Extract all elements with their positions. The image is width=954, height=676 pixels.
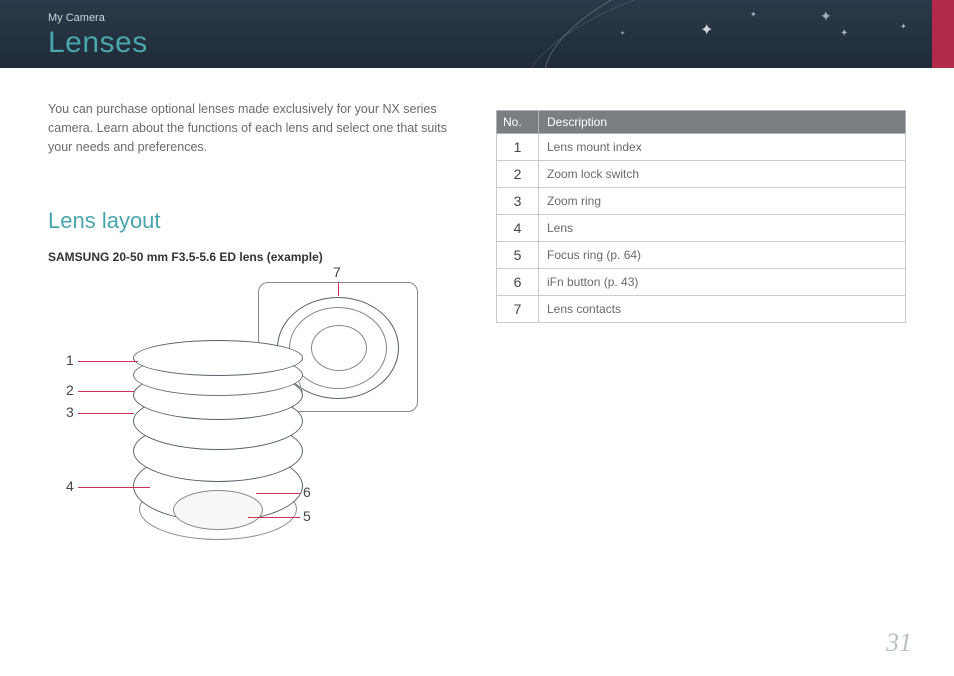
table-cell-desc: Focus ring (p. 64)	[539, 242, 906, 269]
sparkle-icon: ✦	[820, 8, 832, 25]
callout-line	[78, 487, 150, 488]
page-title: Lenses	[48, 26, 148, 60]
table-cell-no: 4	[497, 215, 539, 242]
table-cell-no: 2	[497, 161, 539, 188]
callout-number-6: 6	[303, 484, 311, 500]
callout-number-3: 3	[66, 404, 74, 420]
table-cell-desc: Zoom lock switch	[539, 161, 906, 188]
table-header-no: No.	[497, 111, 539, 134]
table-cell-no: 6	[497, 269, 539, 296]
sparkle-icon: ✦	[700, 20, 713, 40]
callout-line	[256, 493, 300, 494]
table-cell-no: 5	[497, 242, 539, 269]
header-accent-bar	[932, 0, 954, 68]
table-row: 5 Focus ring (p. 64)	[497, 242, 906, 269]
table-row: 7 Lens contacts	[497, 296, 906, 323]
table-row: 2 Zoom lock switch	[497, 161, 906, 188]
lens-side-view	[133, 340, 303, 540]
callout-number-4: 4	[66, 478, 74, 494]
callout-line	[78, 361, 138, 362]
table-cell-no: 3	[497, 188, 539, 215]
sparkle-icon: ✦	[750, 10, 757, 19]
table-cell-desc: Lens	[539, 215, 906, 242]
example-label: SAMSUNG 20-50 mm F3.5-5.6 ED lens (examp…	[48, 250, 323, 264]
table-cell-desc: Zoom ring	[539, 188, 906, 215]
page-number: 31	[886, 628, 912, 658]
lens-ring	[133, 340, 303, 376]
table-row: 4 Lens	[497, 215, 906, 242]
decorative-arc	[509, 0, 954, 68]
callout-line	[78, 413, 134, 414]
sparkle-icon: ✦	[620, 30, 625, 37]
table-row: 6 iFn button (p. 43)	[497, 269, 906, 296]
table-cell-no: 7	[497, 296, 539, 323]
callout-number-1: 1	[66, 352, 74, 368]
sparkle-icon: ✦	[840, 28, 848, 39]
breadcrumb: My Camera	[48, 12, 105, 24]
table-row: 1 Lens mount index	[497, 134, 906, 161]
parts-table: No. Description 1 Lens mount index 2 Zoo…	[496, 110, 906, 323]
callout-line	[78, 391, 134, 392]
lens-glass	[173, 490, 263, 530]
lens-rear-core	[311, 325, 367, 371]
callout-line	[248, 517, 300, 518]
section-title: Lens layout	[48, 208, 161, 234]
callout-number-7: 7	[333, 264, 341, 280]
table-cell-desc: Lens contacts	[539, 296, 906, 323]
callout-number-2: 2	[66, 382, 74, 398]
intro-paragraph: You can purchase optional lenses made ex…	[48, 100, 448, 156]
table-row: 3 Zoom ring	[497, 188, 906, 215]
callout-number-5: 5	[303, 508, 311, 524]
lens-diagram: 7 1 2 3 4 6 5	[48, 270, 468, 590]
table-cell-desc: iFn button (p. 43)	[539, 269, 906, 296]
table-header-description: Description	[539, 111, 906, 134]
table-cell-desc: Lens mount index	[539, 134, 906, 161]
callout-line	[338, 282, 339, 296]
sparkle-icon: ✦	[900, 22, 907, 31]
table-cell-no: 1	[497, 134, 539, 161]
